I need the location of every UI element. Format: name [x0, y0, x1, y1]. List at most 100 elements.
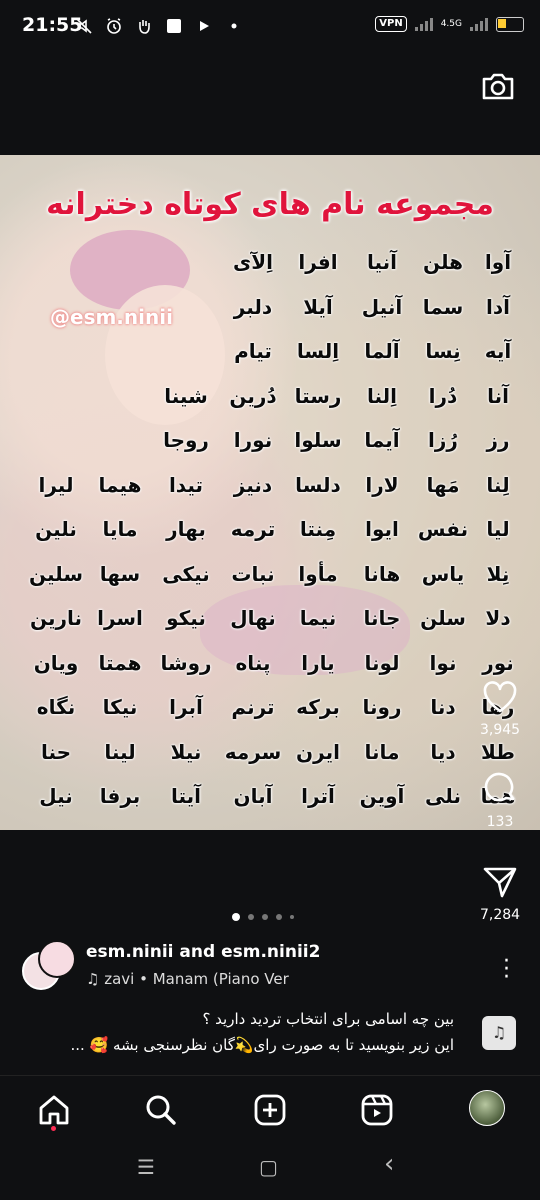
recents-button[interactable]: ☰	[137, 1155, 155, 1179]
name-item: مایا	[102, 517, 138, 541]
name-item: تیام	[234, 339, 272, 363]
muted-icon	[74, 16, 94, 36]
alarm-icon	[104, 16, 124, 36]
name-item: افرا	[298, 250, 338, 274]
carousel-indicator	[232, 913, 294, 921]
name-item: برفا	[99, 784, 141, 808]
carousel-dot	[276, 914, 282, 920]
music-label: zavi • Manam (Piano Ver	[104, 970, 289, 988]
name-item: آیلا	[303, 294, 333, 319]
post-image[interactable]: مجموعه نام های کوتاه دخترانه @esm.ninii …	[0, 155, 540, 830]
name-item: تیدا	[168, 472, 204, 497]
comment-icon[interactable]	[482, 770, 518, 806]
coauthor-avatar[interactable]	[38, 940, 76, 978]
name-item: جانا	[363, 606, 401, 630]
name-item: نِسا	[425, 339, 461, 363]
name-item: ترمه	[230, 517, 276, 541]
back-button[interactable]: ‹	[384, 1149, 394, 1179]
name-item: نیلا	[170, 739, 202, 764]
share-count: 7,284	[480, 907, 521, 923]
name-item: اِلسا	[296, 339, 340, 363]
vpn-badge: VPN	[375, 16, 407, 32]
name-item: طلا	[480, 739, 516, 764]
name-item: هانا	[363, 561, 401, 586]
carousel-dot	[262, 914, 268, 920]
name-item: اِلآی	[232, 250, 274, 274]
name-item: مأوا	[298, 561, 338, 586]
name-item: نفس	[417, 517, 469, 541]
heart-icon[interactable]	[482, 680, 518, 714]
status-bar: 21:55 VPN 4.5G	[0, 0, 540, 56]
caption-line-2: این زیر بنویسید تا به صورت رای💫گان نظرسن…	[70, 1036, 454, 1054]
name-item: نوا	[429, 650, 457, 675]
name-item: بهار	[166, 517, 206, 541]
carousel-dot	[290, 915, 294, 919]
name-item: سلین	[29, 561, 83, 586]
carousel-dot	[248, 914, 254, 920]
name-item: مَها	[426, 472, 460, 497]
network-label: 4.5G	[440, 18, 462, 29]
name-item: اِلنا	[366, 383, 398, 408]
home-icon[interactable]	[36, 1092, 72, 1131]
caption-line-1: بین چه اسامی برای انتخاب تردید دارید ؟	[202, 1010, 454, 1028]
name-item: لِنا	[486, 472, 510, 497]
post-caption[interactable]: بین چه اسامی برای انتخاب تردید دارید ؟ ا…	[24, 1006, 454, 1058]
share-action[interactable]: 7,284	[480, 865, 520, 923]
name-item: نهال	[230, 606, 276, 630]
like-action[interactable]: 3,945	[480, 680, 520, 738]
name-item: آیه	[484, 339, 512, 363]
name-item: دنیز	[233, 472, 273, 497]
camera-icon[interactable]	[480, 68, 516, 104]
name-item: پناه	[235, 650, 271, 675]
reels-icon[interactable]	[359, 1092, 395, 1128]
profile-avatar[interactable]	[469, 1090, 505, 1126]
search-icon[interactable]	[143, 1092, 179, 1128]
author-names[interactable]: esm.ninii and esm.ninii2	[86, 942, 320, 962]
bottom-nav	[0, 1075, 540, 1146]
music-note-icon: ♫	[86, 970, 105, 988]
name-item: ویان	[33, 650, 79, 675]
notification-dot	[51, 1126, 56, 1131]
name-item: ایرن	[296, 739, 340, 764]
hand-icon	[134, 16, 154, 36]
create-icon[interactable]	[252, 1092, 288, 1128]
home-button[interactable]: ▢	[259, 1155, 278, 1179]
name-item: رونا	[362, 695, 402, 719]
name-item: روشا	[160, 650, 212, 675]
status-icons	[74, 16, 244, 36]
name-item: دُرین	[229, 383, 277, 408]
play-icon	[194, 16, 214, 36]
music-row[interactable]: ♫ zavi • Manam (Piano Ver	[86, 970, 289, 988]
name-item: آبان	[233, 784, 273, 808]
carousel-dot	[232, 913, 240, 921]
name-item: نیما	[299, 606, 337, 630]
dot-icon	[224, 16, 244, 36]
audio-thumbnail[interactable]: ♫	[482, 1016, 516, 1050]
post-title: مجموعه نام های کوتاه دخترانه	[46, 187, 494, 222]
name-item: سها	[99, 561, 141, 586]
name-item: سرمه	[224, 739, 282, 764]
name-item: لینا	[104, 739, 136, 764]
name-item: رستا	[294, 383, 342, 408]
name-item: دیا	[430, 739, 456, 764]
more-options-icon[interactable]: · · ·	[503, 951, 510, 989]
name-item: نگاه	[36, 695, 76, 719]
name-item: آنیا	[366, 250, 398, 274]
name-item: مِنتا	[299, 517, 337, 541]
name-item: آیما	[364, 428, 400, 452]
name-item: اسرا	[97, 606, 143, 630]
comment-action[interactable]: 133	[480, 770, 520, 830]
share-icon[interactable]	[482, 865, 518, 899]
name-item: ایوا	[365, 517, 399, 541]
name-item: نلین	[35, 517, 77, 541]
name-item: سما	[422, 294, 464, 319]
name-item: همتا	[98, 650, 142, 675]
signal-2-icon	[470, 17, 488, 31]
name-item: آبرا	[169, 695, 203, 719]
name-item: هلن	[422, 250, 464, 274]
name-item: دلبر	[233, 294, 273, 319]
name-item: نبات	[231, 561, 275, 586]
name-item: دلا	[485, 606, 511, 630]
name-item: لارا	[365, 472, 399, 497]
name-item: سلوا	[294, 428, 342, 452]
